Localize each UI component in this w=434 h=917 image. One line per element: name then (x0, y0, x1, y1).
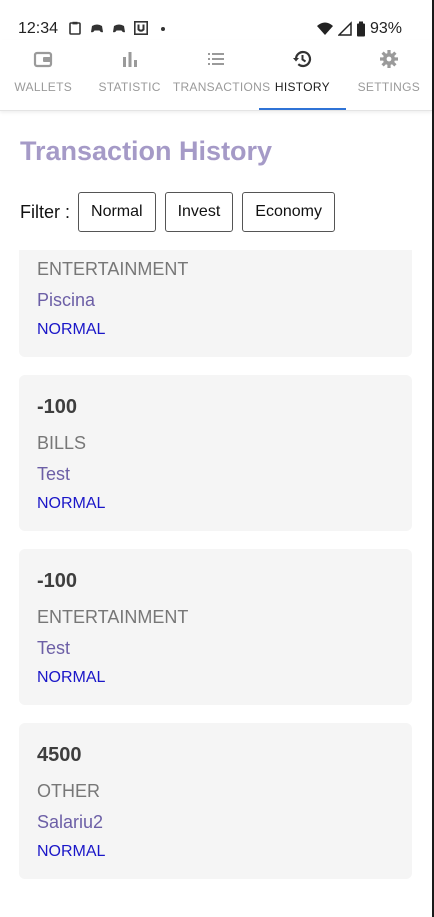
transaction-card[interactable]: -100 BILLS Test NORMAL (19, 375, 412, 531)
transaction-card[interactable]: ENTERTAINMENT Piscina NORMAL (19, 250, 412, 357)
filter-row: Filter : Normal Invest Economy (20, 192, 344, 232)
transaction-amount: -100 (37, 570, 78, 592)
dot-icon (161, 27, 165, 31)
tab-label: STATISTIC (98, 80, 161, 94)
signal-icon (337, 21, 352, 36)
status-time: 12:34 (18, 20, 59, 37)
wifi-icon (316, 22, 333, 35)
transaction-type: NORMAL (37, 321, 106, 338)
gamepad-icon (91, 24, 103, 33)
transaction-amount: -100 (37, 396, 78, 418)
tab-label: SETTINGS (357, 80, 421, 94)
filter-label: Filter : (20, 201, 71, 222)
battery-icon (356, 21, 365, 37)
transaction-description: Test (37, 638, 71, 658)
tab-transactions[interactable]: TRANSACTIONS (172, 40, 271, 110)
transaction-amount: 4500 (37, 744, 82, 766)
notification-icons (68, 21, 170, 35)
filter-invest-button[interactable]: Invest (164, 192, 234, 232)
transaction-category: BILLS (37, 433, 87, 453)
clipboard-icon (69, 21, 81, 35)
transaction-category: OTHER (37, 781, 100, 801)
status-bar: 12:34 93% (0, 0, 432, 40)
tab-statistic[interactable]: STATISTIC (86, 40, 172, 110)
tab-history[interactable]: HISTORY (259, 40, 346, 110)
tab-label: HISTORY (274, 80, 330, 94)
gamepad-icon (113, 24, 125, 33)
wallet-icon (34, 51, 53, 68)
transaction-type: NORMAL (37, 669, 106, 686)
filter-economy-button[interactable]: Economy (242, 192, 335, 232)
system-icons: 93% (316, 20, 402, 38)
page-title: Transaction History (20, 136, 273, 166)
transaction-card[interactable]: -100 ENTERTAINMENT Test NORMAL (19, 549, 412, 705)
tab-settings[interactable]: SETTINGS (346, 40, 432, 110)
transaction-category: ENTERTAINMENT (37, 259, 189, 279)
gear-icon (379, 50, 398, 68)
filter-normal-button[interactable]: Normal (78, 192, 156, 232)
transaction-description: Salariu2 (37, 812, 104, 832)
transaction-description: Test (37, 464, 71, 484)
transaction-category: ENTERTAINMENT (37, 607, 189, 627)
transaction-card[interactable]: 4500 OTHER Salariu2 NORMAL (19, 723, 412, 879)
bar-chart-icon (122, 52, 137, 67)
list-icon (208, 53, 225, 65)
transaction-description: Piscina (37, 290, 96, 310)
active-tab-indicator (259, 108, 346, 110)
u-app-icon (134, 21, 148, 35)
tab-bar: WALLETS STATISTIC TRANSACTIONS HISTORY S… (0, 40, 432, 111)
transaction-type: NORMAL (37, 843, 106, 860)
tab-label: TRANSACTIONS (172, 80, 271, 94)
transaction-type: NORMAL (37, 495, 106, 512)
tab-wallets[interactable]: WALLETS (0, 40, 86, 110)
battery-percent: 93% (369, 20, 402, 37)
history-icon (293, 50, 312, 68)
tab-label: WALLETS (14, 80, 73, 94)
transaction-list[interactable]: ENTERTAINMENT Piscina NORMAL -100 BILLS … (0, 250, 432, 917)
